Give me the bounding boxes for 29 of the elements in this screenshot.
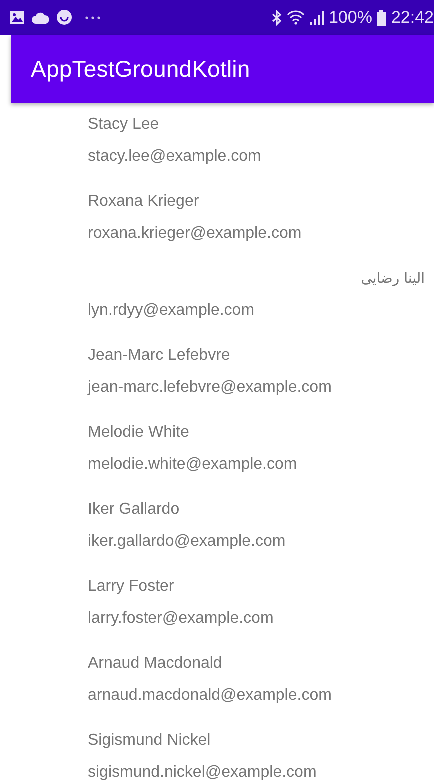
more-icon [85,16,101,20]
image-icon [10,10,25,24]
bluetooth-icon [272,10,282,26]
contact-email: jean-marc.lefebvre@example.com [88,378,333,398]
battery-percent: 100% [328,8,372,28]
signal-icon [310,10,324,25]
contact-email: larry.foster@example.com [88,609,275,629]
battery-icon [377,10,386,26]
contact-name: Stacy Lee [88,115,160,135]
contact-name: Jean-Marc Lefebvre [88,346,232,366]
contact-email: lyn.rdyy@example.com [88,301,256,321]
clock: 22:42 [391,8,434,28]
contact-email: iker.gallardo@example.com [88,532,287,552]
contact-name: الينا رضایی [360,270,425,289]
contact-email: arnaud.macdonald@example.com [88,686,333,706]
contact-email: roxana.krieger@example.com [88,224,303,244]
contact-email: stacy.lee@example.com [88,147,262,167]
contact-name: Roxana Krieger [88,192,200,212]
contact-email: sigismund.nickel@example.com [88,763,318,780]
contact-name: Melodie White [88,423,190,443]
smiley-icon [57,10,72,25]
cloud-icon [32,12,50,24]
contact-name: Sigismund Nickel [88,731,212,751]
wifi-icon [286,10,305,25]
contact-name: Larry Foster [88,577,176,597]
contact-email: melodie.white@example.com [88,455,298,475]
contact-name: Iker Gallardo [88,500,181,520]
app-title: AppTestGroundKotlin [31,56,250,82]
contact-name: Arnaud Macdonald [88,654,224,674]
